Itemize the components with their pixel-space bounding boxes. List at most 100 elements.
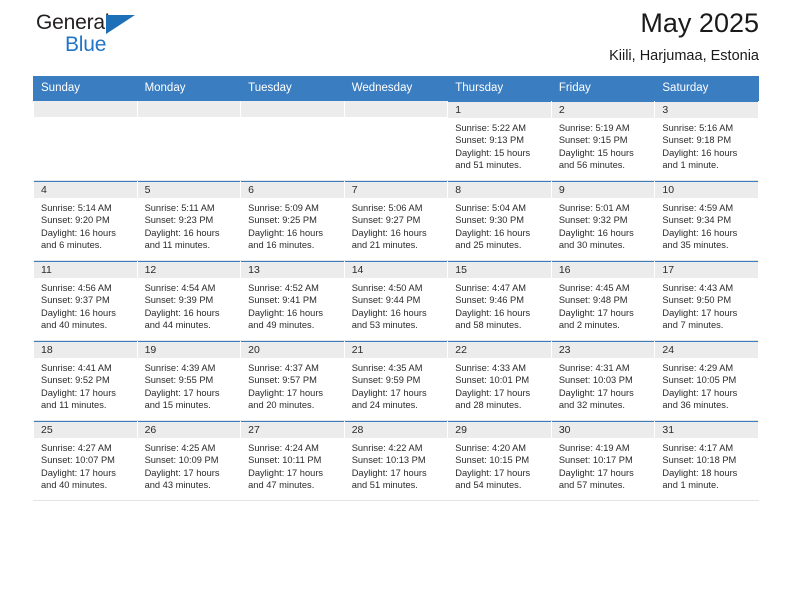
calendar-day-cell[interactable] [343,100,449,181]
calendar-day-cell[interactable] [33,100,138,181]
day-details: Sunrise: 5:06 AM Sunset: 9:27 PM Daylight:… [345,198,448,251]
calendar-day-cell[interactable]: 29 Sunrise: 4:20 AM Sunset: 10:15 PM Daylig… [447,420,552,501]
calendar-day-cell[interactable]: 15 Sunrise: 4:47 AM Sunset: 9:46 PM Dayligh… [447,260,552,341]
daylight-text: Daylight: 17 hours and 43 minutes. [144,467,220,490]
day-details: Sunrise: 5:04 AM Sunset: 9:30 PM Daylight:… [448,198,551,251]
calendar-day-cell[interactable]: 24 Sunrise: 4:29 AM Sunset: 10:05 PM Daylig… [654,340,759,421]
daylight-text: Daylight: 16 hours and 11 minutes. [144,227,220,250]
sunset-text: Sunset: 9:23 PM [144,215,214,226]
day-cell-content: 21 Sunrise: 4:35 AM Sunset: 9:59 PM Dayligh… [344,341,448,420]
day-number [34,101,137,117]
calendar-day-cell[interactable]: 17 Sunrise: 4:43 AM Sunset: 9:50 PM Dayligh… [654,260,759,341]
calendar-day-cell[interactable] [240,100,345,181]
daylight-text: Daylight: 16 hours and 40 minutes. [41,307,116,330]
calendar-day-cell[interactable]: 21 Sunrise: 4:35 AM Sunset: 9:59 PM Dayligh… [343,340,449,421]
calendar-week-row: 1 Sunrise: 5:22 AM Sunset: 9:13 PM Daylight… [33,100,759,181]
calendar-day-cell[interactable]: 26 Sunrise: 4:25 AM Sunset: 10:09 PM Daylig… [136,420,242,501]
sunset-text: Sunset: 9:13 PM [455,135,524,146]
daylight-text: Daylight: 16 hours and 53 minutes. [351,307,427,330]
sunset-text: Sunset: 9:25 PM [248,215,317,226]
calendar-day-cell[interactable]: 27 Sunrise: 4:24 AM Sunset: 10:11 PM Daylig… [240,420,345,501]
sunset-text: Sunset: 9:34 PM [662,215,732,226]
day-details: Sunrise: 4:20 AM Sunset: 10:15 PM Daylight… [448,438,551,491]
daylight-text: Daylight: 16 hours and 16 minutes. [248,227,324,250]
daylight-text: Daylight: 17 hours and 36 minutes. [662,387,738,410]
page-title: May 2025 [640,8,759,38]
daylight-text: Daylight: 17 hours and 32 minutes. [558,387,634,410]
calendar-day-cell[interactable]: 16 Sunrise: 4:45 AM Sunset: 9:48 PM Dayligh… [550,260,656,341]
day-cell-empty [137,101,241,180]
calendar-day-cell[interactable]: 8 Sunrise: 5:04 AM Sunset: 9:30 PM Daylight… [447,180,552,261]
sunrise-text: Sunrise: 5:19 AM [558,123,630,133]
daylight-text: Daylight: 15 hours and 51 minutes. [455,147,531,170]
day-number: 6 [241,182,344,198]
weekday-header-monday: Monday [136,76,242,101]
day-number: 22 [448,342,551,358]
calendar-day-cell[interactable] [136,100,242,181]
day-number: 16 [551,262,655,278]
sunset-text: Sunset: 10:09 PM [144,455,219,466]
day-cell-content: 31 Sunrise: 4:17 AM Sunset: 10:18 PM Daylig… [655,421,758,500]
logo-text-general: General [36,11,110,34]
day-number [137,101,241,117]
daylight-text: Daylight: 17 hours and 40 minutes. [41,467,116,490]
daylight-text: Daylight: 17 hours and 47 minutes. [248,467,324,490]
calendar-day-cell[interactable]: 31 Sunrise: 4:17 AM Sunset: 10:18 PM Daylig… [654,420,759,501]
calendar-day-cell[interactable]: 3 Sunrise: 5:16 AM Sunset: 9:18 PM Daylight… [654,100,759,181]
calendar-day-cell[interactable]: 10 Sunrise: 4:59 AM Sunset: 9:34 PM Dayligh… [654,180,759,261]
day-details: Sunrise: 4:31 AM Sunset: 10:03 PM Daylight… [552,358,655,411]
calendar-day-cell[interactable]: 13 Sunrise: 4:52 AM Sunset: 9:41 PM Dayligh… [240,260,345,341]
calendar-day-cell[interactable]: 20 Sunrise: 4:37 AM Sunset: 9:57 PM Dayligh… [240,340,345,421]
sunset-text: Sunset: 9:15 PM [558,135,628,146]
weekday-header-wednesday: Wednesday [343,76,449,101]
day-number: 28 [344,422,448,438]
calendar-day-cell[interactable]: 22 Sunrise: 4:33 AM Sunset: 10:01 PM Daylig… [447,340,552,421]
day-cell-content: 22 Sunrise: 4:33 AM Sunset: 10:01 PM Daylig… [448,341,551,420]
day-number: 12 [137,262,241,278]
day-cell-content: 23 Sunrise: 4:31 AM Sunset: 10:03 PM Daylig… [551,341,655,420]
day-details: Sunrise: 5:22 AM Sunset: 9:13 PM Daylight:… [448,118,551,171]
calendar-day-cell[interactable]: 2 Sunrise: 5:19 AM Sunset: 9:15 PM Daylight… [550,100,656,181]
day-number: 19 [137,342,241,358]
calendar-day-cell[interactable]: 6 Sunrise: 5:09 AM Sunset: 9:25 PM Daylight… [240,180,345,261]
day-details: Sunrise: 4:19 AM Sunset: 10:17 PM Daylight… [552,438,655,491]
weekday-header-row: Sunday Monday Tuesday Wednesday Thursday… [33,76,759,101]
day-number: 26 [137,422,241,438]
sunrise-text: Sunrise: 4:25 AM [144,443,216,453]
day-details: Sunrise: 4:17 AM Sunset: 10:18 PM Daylight… [655,438,758,491]
sunrise-text: Sunrise: 4:56 AM [41,283,112,293]
sunset-text: Sunset: 9:32 PM [558,215,628,226]
weekday-header-friday: Friday [550,76,656,101]
sunrise-text: Sunrise: 4:22 AM [351,443,423,453]
daylight-text: Daylight: 18 hours and 1 minute. [662,467,738,490]
calendar-day-cell[interactable]: 23 Sunrise: 4:31 AM Sunset: 10:03 PM Daylig… [550,340,656,421]
general-blue-logo[interactable]: General Blue [36,11,148,63]
calendar-day-cell[interactable]: 4 Sunrise: 5:14 AM Sunset: 9:20 PM Daylight… [33,180,138,261]
sunrise-text: Sunrise: 4:47 AM [455,283,527,293]
calendar-day-cell[interactable]: 14 Sunrise: 4:50 AM Sunset: 9:44 PM Dayligh… [343,260,449,341]
sunset-text: Sunset: 10:15 PM [455,455,530,466]
sunset-text: Sunset: 9:37 PM [41,295,110,306]
calendar-day-cell[interactable]: 28 Sunrise: 4:22 AM Sunset: 10:13 PM Daylig… [343,420,449,501]
calendar-day-cell[interactable]: 11 Sunrise: 4:56 AM Sunset: 9:37 PM Dayligh… [33,260,138,341]
calendar-day-cell[interactable]: 18 Sunrise: 4:41 AM Sunset: 9:52 PM Dayligh… [33,340,138,421]
calendar-day-cell[interactable]: 7 Sunrise: 5:06 AM Sunset: 9:27 PM Daylight… [343,180,449,261]
calendar-body: 1 Sunrise: 5:22 AM Sunset: 9:13 PM Daylight… [33,100,759,501]
day-number: 1 [448,102,551,118]
day-details: Sunrise: 5:09 AM Sunset: 9:25 PM Daylight:… [241,198,344,251]
day-details: Sunrise: 4:59 AM Sunset: 9:34 PM Daylight:… [655,198,758,251]
calendar-day-cell[interactable]: 30 Sunrise: 4:19 AM Sunset: 10:17 PM Daylig… [550,420,656,501]
sunrise-text: Sunrise: 4:31 AM [558,363,630,373]
day-number: 11 [34,262,137,278]
calendar-week-row: 11 Sunrise: 4:56 AM Sunset: 9:37 PM Dayligh… [33,260,759,341]
calendar-day-cell[interactable]: 25 Sunrise: 4:27 AM Sunset: 10:07 PM Daylig… [33,420,138,501]
calendar-day-cell[interactable]: 1 Sunrise: 5:22 AM Sunset: 9:13 PM Daylight… [447,100,552,181]
calendar-day-cell[interactable]: 19 Sunrise: 4:39 AM Sunset: 9:55 PM Dayligh… [136,340,242,421]
sunrise-text: Sunrise: 4:39 AM [144,363,216,373]
day-cell-content: 25 Sunrise: 4:27 AM Sunset: 10:07 PM Daylig… [34,421,137,500]
sunrise-text: Sunrise: 4:20 AM [455,443,527,453]
calendar-day-cell[interactable]: 9 Sunrise: 5:01 AM Sunset: 9:32 PM Daylight… [550,180,656,261]
page-header: General Blue May 2025 Kiili, Harjumaa, E… [33,0,759,76]
calendar-day-cell[interactable]: 5 Sunrise: 5:11 AM Sunset: 9:23 PM Daylight… [136,180,242,261]
calendar-day-cell[interactable]: 12 Sunrise: 4:54 AM Sunset: 9:39 PM Dayligh… [136,260,242,341]
